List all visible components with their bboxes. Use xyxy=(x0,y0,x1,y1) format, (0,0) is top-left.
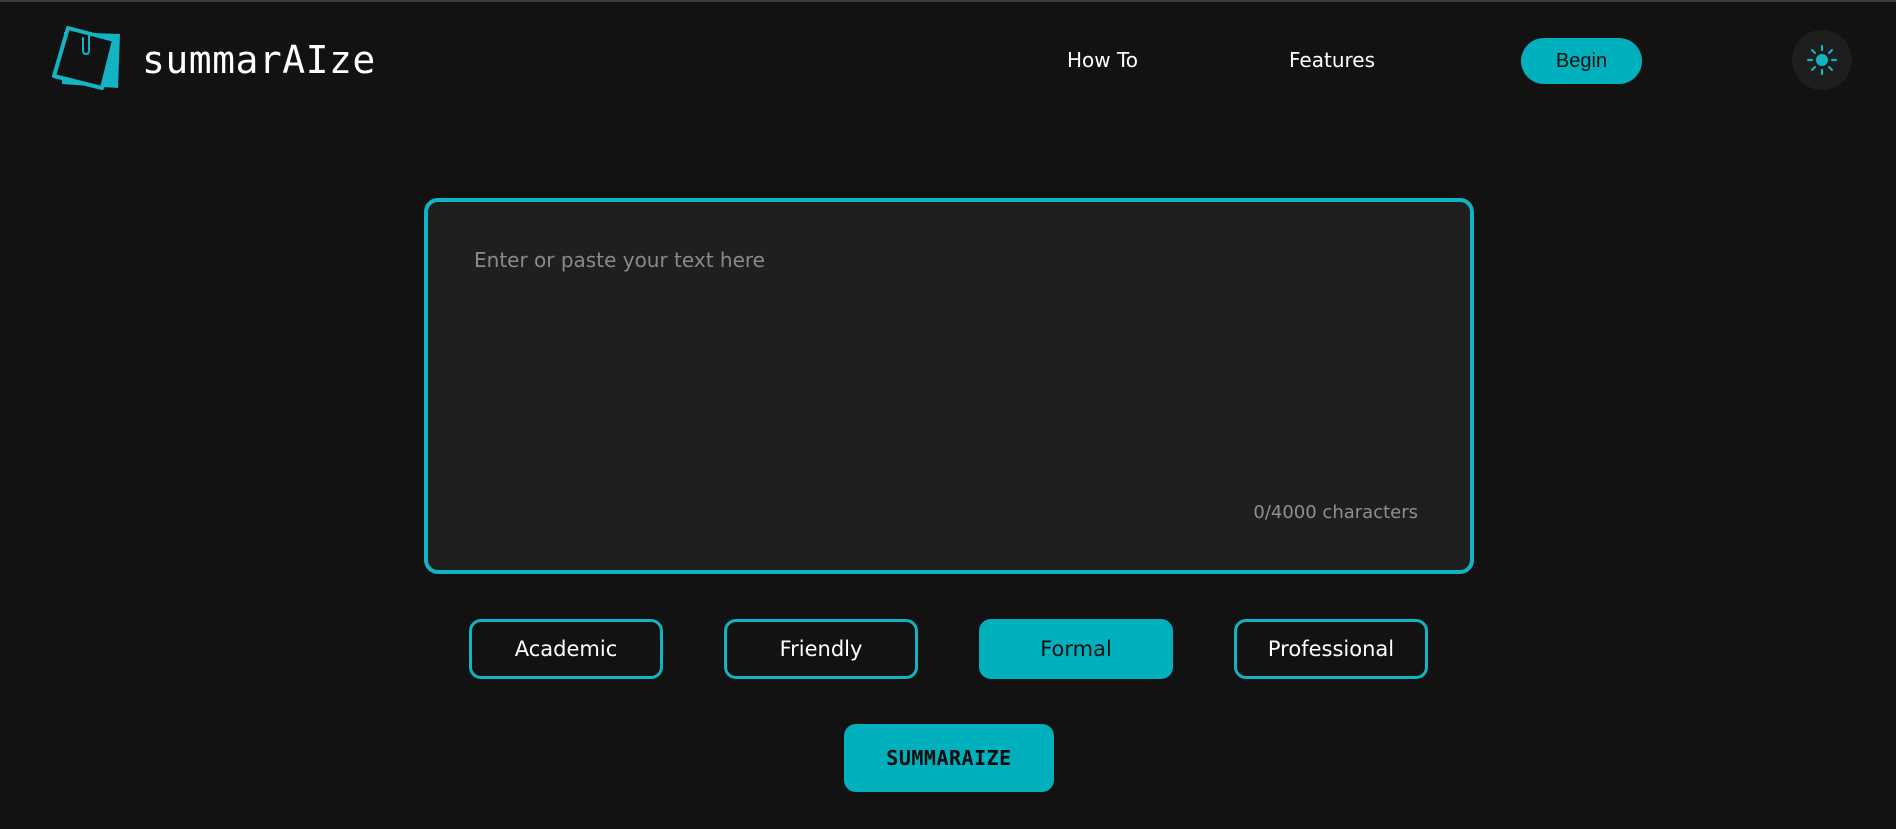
brand-name[interactable]: summarAIze xyxy=(142,38,376,82)
logo-icon[interactable] xyxy=(50,24,124,94)
theme-toggle-button[interactable] xyxy=(1792,30,1852,90)
tone-academic-button[interactable]: Academic xyxy=(469,619,663,679)
tone-friendly-button[interactable]: Friendly xyxy=(724,619,918,679)
character-count: 0/4000 characters xyxy=(1253,502,1418,523)
summarize-button[interactable]: SUMMARAIZE xyxy=(844,724,1054,792)
tone-formal-button[interactable]: Formal xyxy=(979,619,1173,679)
page: summarAIze How To Features Begin 0/4000 … xyxy=(0,0,1896,829)
sun-icon xyxy=(1806,44,1838,76)
text-input-card: 0/4000 characters xyxy=(424,198,1474,574)
nav-how-to[interactable]: How To xyxy=(1067,48,1138,72)
text-input[interactable] xyxy=(474,248,1424,468)
begin-button[interactable]: Begin xyxy=(1521,38,1642,84)
tone-professional-button[interactable]: Professional xyxy=(1234,619,1428,679)
nav-features[interactable]: Features xyxy=(1289,48,1375,72)
